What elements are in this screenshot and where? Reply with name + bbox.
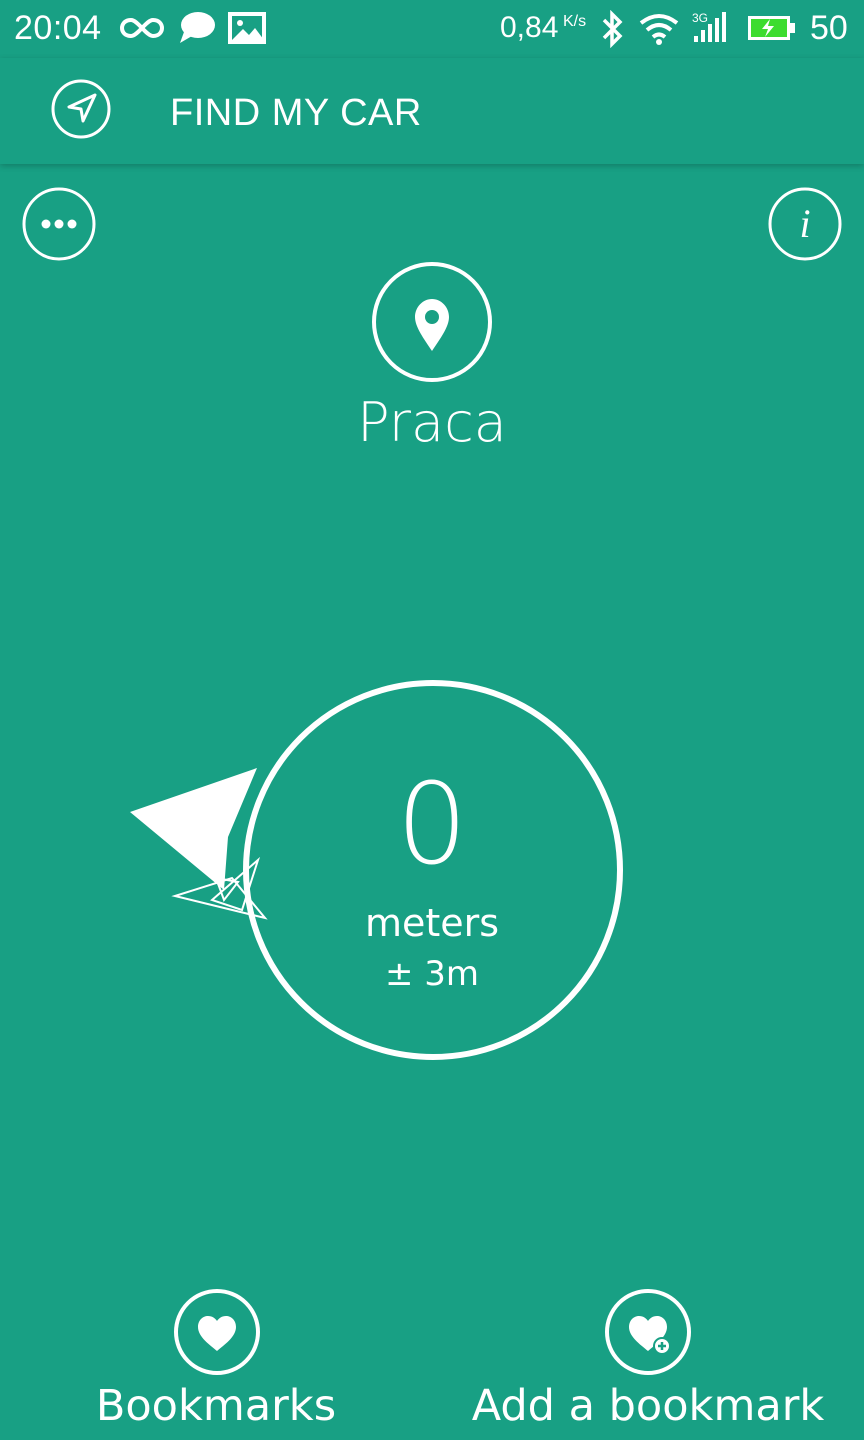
more-options-icon[interactable] bbox=[22, 187, 96, 261]
heart-icon bbox=[174, 1289, 260, 1375]
svg-text:3G: 3G bbox=[692, 11, 708, 25]
wifi-icon bbox=[639, 14, 679, 45]
map-pin-icon bbox=[372, 262, 492, 382]
distance-value: 0 bbox=[396, 760, 468, 890]
infinity-icon bbox=[120, 17, 164, 39]
info-icon[interactable]: i bbox=[768, 187, 842, 261]
destination-name: Praca bbox=[357, 391, 507, 454]
distance-unit: meters bbox=[364, 901, 500, 945]
app-title: FIND MY CAR bbox=[170, 92, 422, 134]
navigation-arrow-icon[interactable] bbox=[51, 79, 111, 139]
heart-plus-icon bbox=[605, 1289, 691, 1375]
signal-3g-icon: 3G bbox=[692, 11, 726, 42]
distance-accuracy: ± 3m bbox=[384, 954, 480, 994]
status-bar: 20:04 0,84 K/s 3G 50 bbox=[0, 0, 864, 58]
svg-text:i: i bbox=[799, 201, 810, 246]
battery-charging-icon bbox=[748, 16, 795, 40]
network-speed: 0,84 bbox=[500, 11, 559, 44]
add-bookmark-label: Add a bookmark bbox=[471, 1381, 825, 1431]
bookmarks-label: Bookmarks bbox=[95, 1381, 337, 1431]
bookmarks-button[interactable]: Bookmarks bbox=[80, 1289, 352, 1439]
bluetooth-icon bbox=[602, 10, 623, 48]
add-bookmark-button[interactable]: Add a bookmark bbox=[468, 1289, 828, 1439]
battery-level: 50 bbox=[810, 9, 848, 47]
image-icon bbox=[228, 12, 266, 44]
status-time: 20:04 bbox=[14, 9, 102, 47]
app-bar: FIND MY CAR bbox=[0, 58, 864, 164]
chat-bubble-icon bbox=[180, 12, 215, 43]
network-speed-unit: K/s bbox=[563, 13, 587, 30]
